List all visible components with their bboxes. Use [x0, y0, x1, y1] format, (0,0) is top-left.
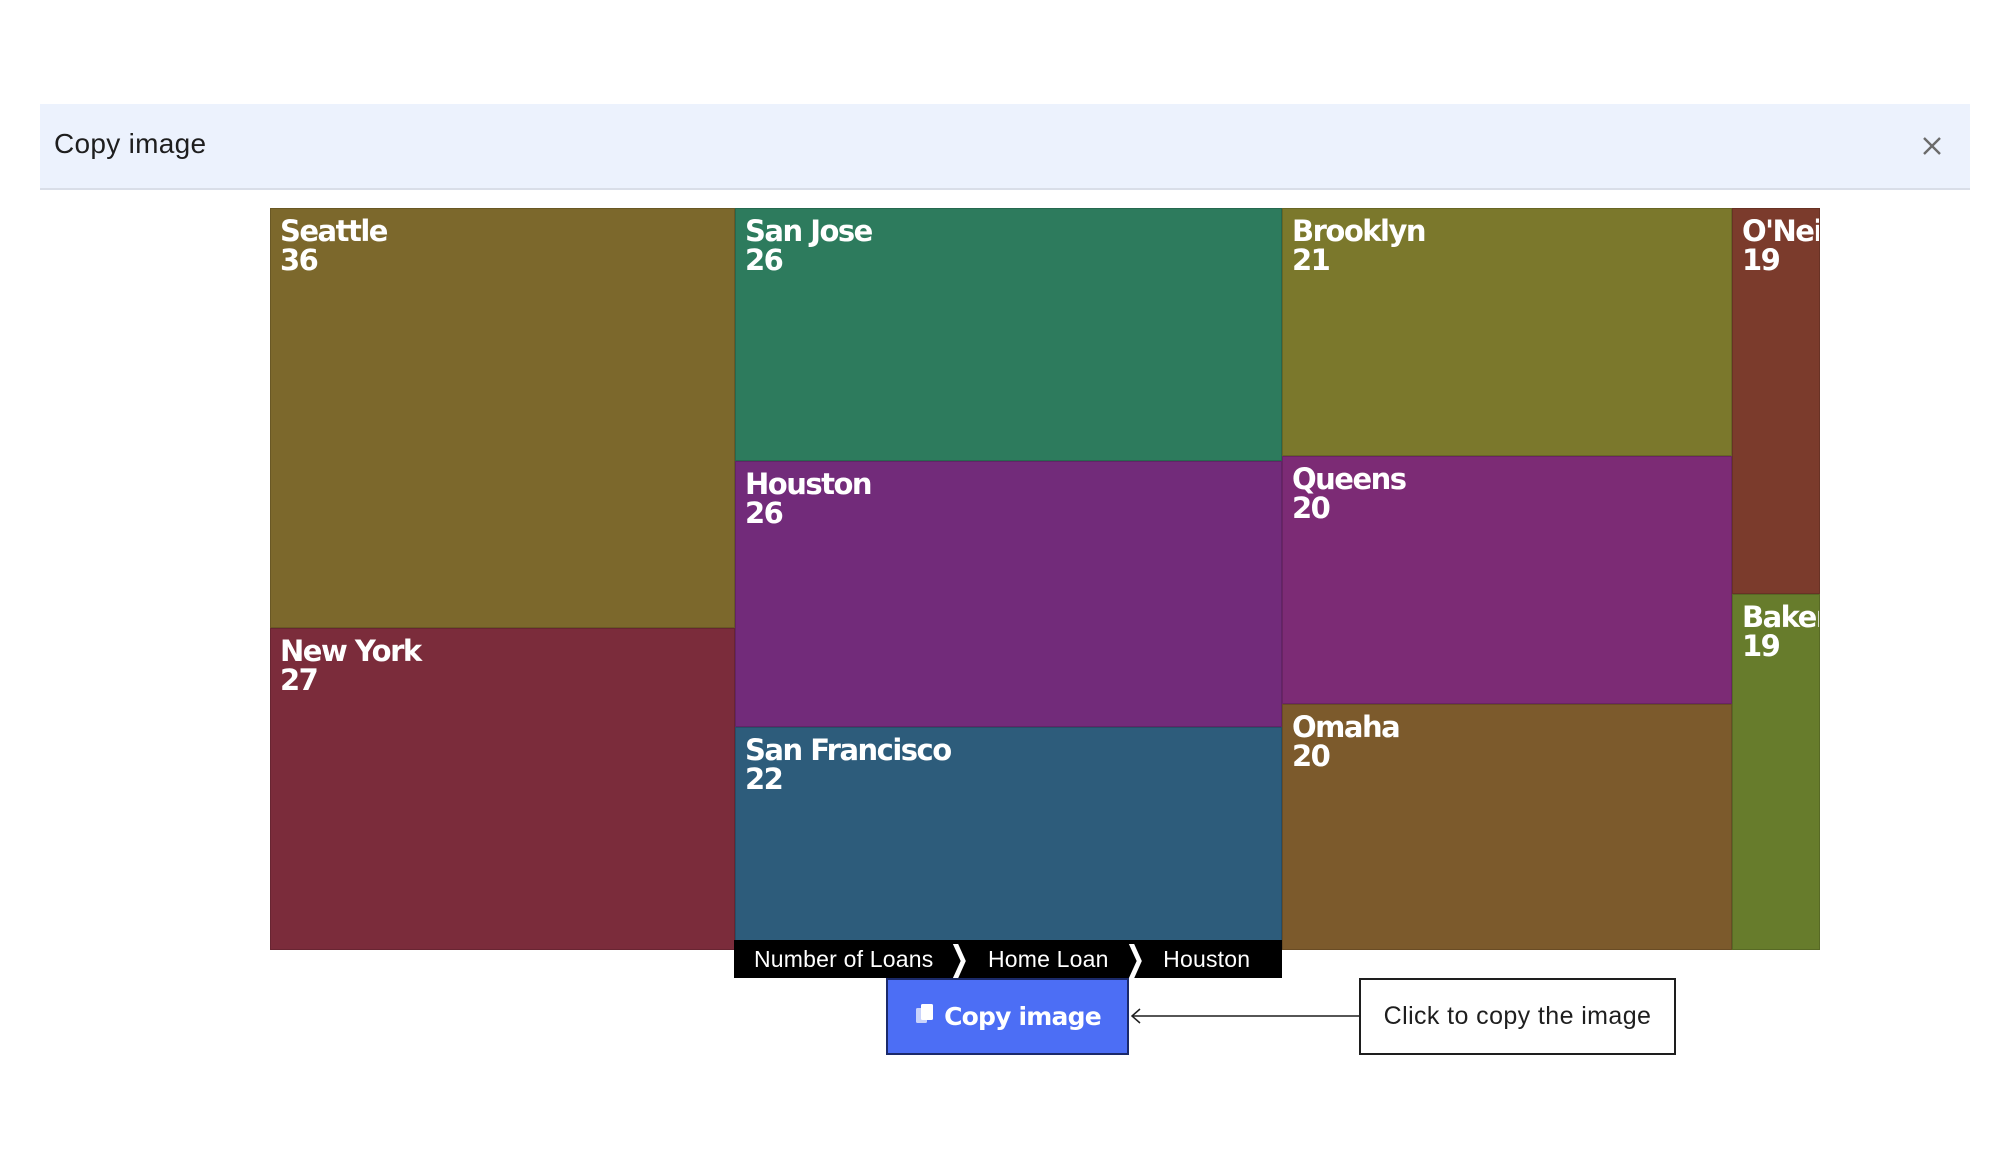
tile-label: San Francisco — [745, 733, 952, 767]
copy-button-label: Copy image — [944, 1002, 1102, 1031]
callout-text: Click to copy the image — [1383, 1002, 1652, 1030]
treemap-tile-houston[interactable]: Houston 26 — [735, 461, 1282, 727]
tile-label: New York — [280, 634, 422, 668]
treemap-tile-brooklyn[interactable]: Brooklyn 21 — [1282, 208, 1732, 456]
treemap-tile-omaha[interactable]: Omaha 20 — [1282, 704, 1732, 950]
close-button[interactable] — [1912, 126, 1952, 166]
breadcrumb-item-houston[interactable]: Houston — [1163, 946, 1250, 973]
breadcrumb-item-home-loan[interactable]: Home Loan — [988, 946, 1109, 973]
close-icon — [1923, 137, 1941, 155]
tile-label: Seattle — [280, 214, 388, 248]
breadcrumb-separator-icon: ❯ — [949, 940, 970, 978]
treemap-tile-new-york[interactable]: New York 27 — [270, 628, 735, 950]
tile-label: O'Neil — [1742, 214, 1819, 248]
tile-value: 26 — [745, 496, 784, 530]
breadcrumb-item-number-of-loans[interactable]: Number of Loans — [754, 946, 933, 973]
tile-label: San Jose — [745, 214, 873, 248]
treemap-tile-seattle[interactable]: Seattle 36 — [270, 208, 735, 628]
tile-value: 26 — [745, 243, 784, 277]
treemap-tile-san-jose[interactable]: San Jose 26 — [735, 208, 1282, 461]
copy-icon — [914, 1002, 936, 1031]
dialog-title: Copy image — [54, 128, 207, 159]
tile-label: Brooklyn — [1292, 214, 1427, 248]
dialog-header: Copy image — [40, 104, 1970, 190]
tile-value: 20 — [1292, 491, 1331, 525]
tile-value: 27 — [280, 663, 319, 697]
callout-tooltip: Click to copy the image — [1359, 978, 1676, 1055]
breadcrumb-separator-icon: ❯ — [1124, 940, 1145, 978]
tile-value: 19 — [1742, 243, 1781, 277]
treemap-tile-baker[interactable]: Baker 19 — [1732, 594, 1820, 950]
treemap-tile-queens[interactable]: Queens 20 — [1282, 456, 1732, 704]
tile-value: 22 — [745, 762, 784, 796]
callout-arrow-icon — [1130, 1008, 1360, 1024]
tile-label: Omaha — [1292, 710, 1401, 744]
treemap-tile-oneil[interactable]: O'Neil 19 — [1732, 208, 1820, 594]
tile-value: 21 — [1292, 243, 1331, 277]
tile-value: 19 — [1742, 629, 1781, 663]
treemap-chart: Seattle 36 New York 27 San Jose 26 Houst… — [270, 208, 1820, 950]
treemap-tile-san-francisco[interactable]: San Francisco 22 — [735, 727, 1282, 950]
tile-value: 36 — [280, 243, 319, 277]
tile-label: Houston — [745, 467, 873, 501]
tile-value: 20 — [1292, 739, 1331, 773]
tile-label: Baker — [1742, 600, 1820, 634]
copy-image-button[interactable]: Copy image — [886, 978, 1129, 1055]
breadcrumb: Number of Loans ❯ Home Loan ❯ Houston — [734, 940, 1282, 978]
tile-label: Queens — [1292, 462, 1407, 496]
